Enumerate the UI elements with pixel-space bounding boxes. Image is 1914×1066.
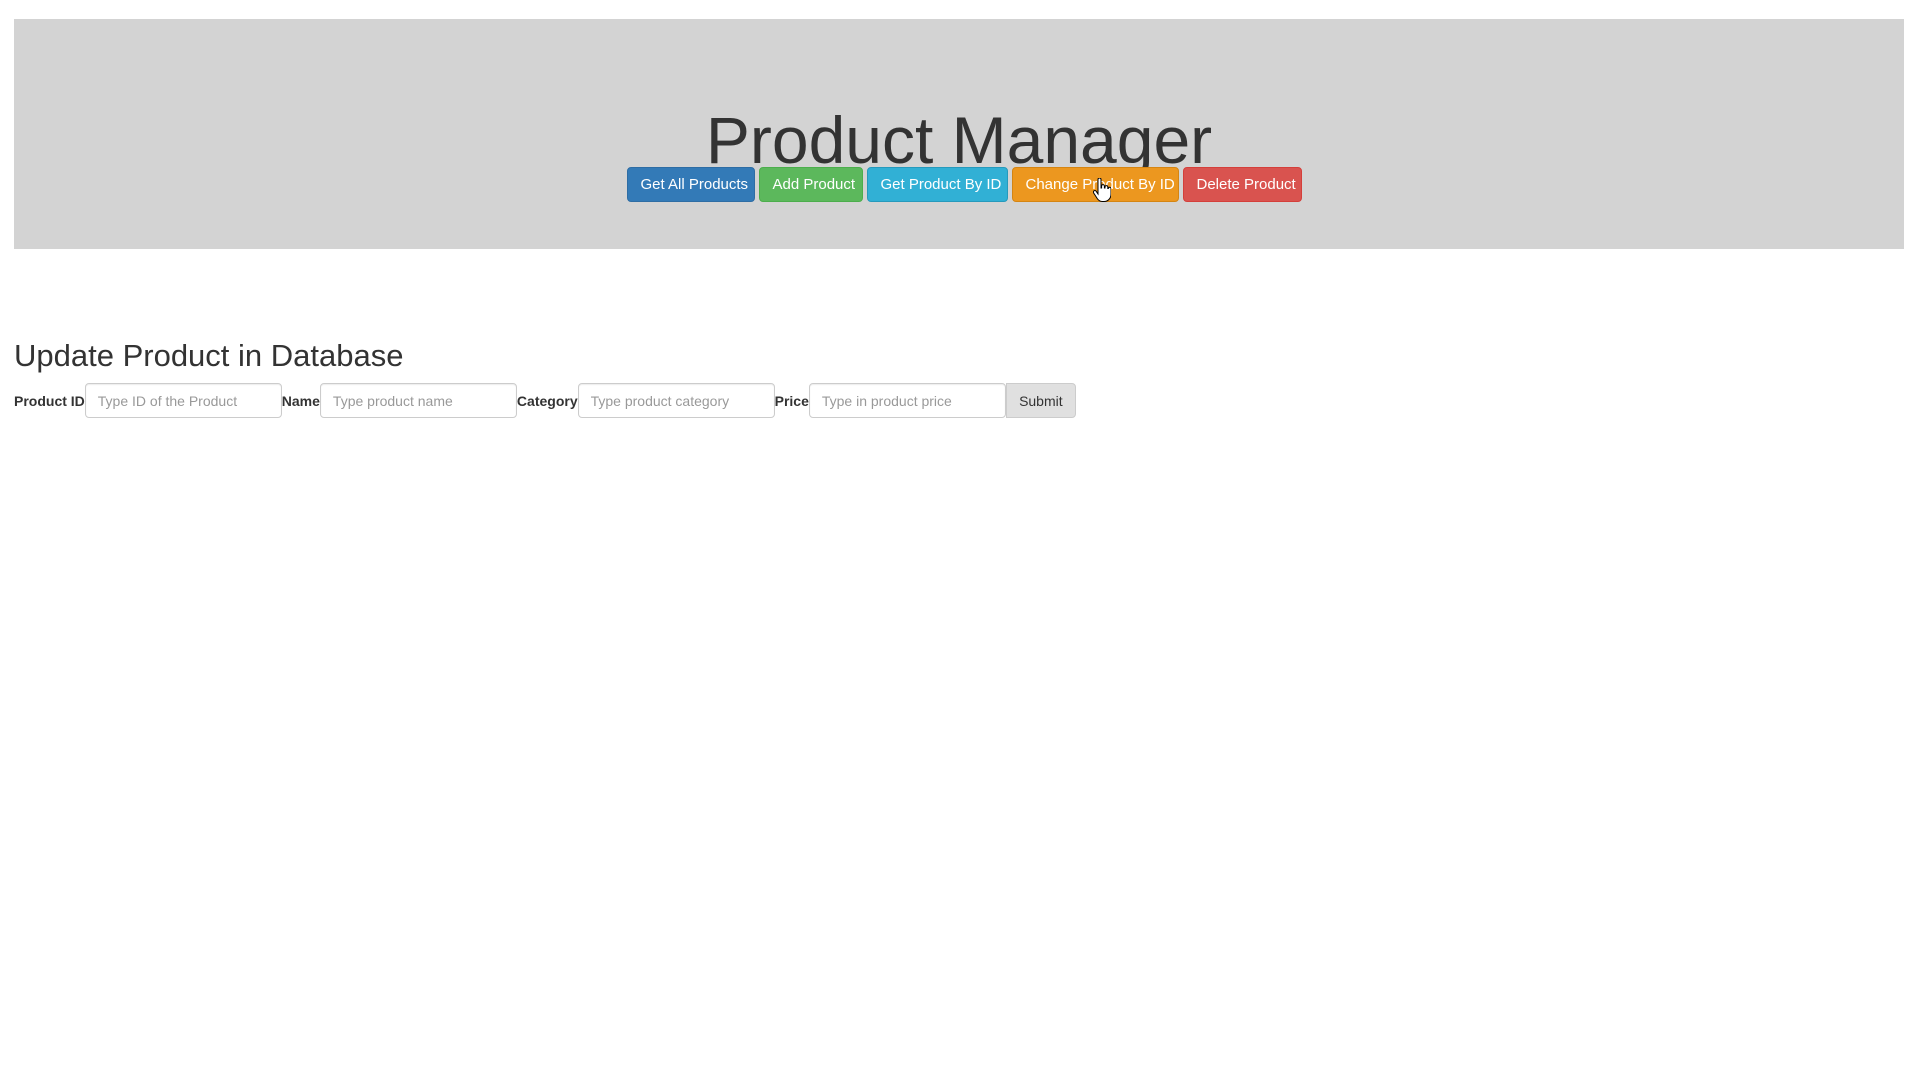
get-product-by-id-button[interactable]: Get Product By ID bbox=[866, 167, 1008, 202]
product-id-label: Product ID bbox=[14, 392, 85, 409]
product-id-input[interactable] bbox=[84, 383, 282, 418]
delete-product-button[interactable]: Delete Product bbox=[1182, 167, 1302, 202]
price-input[interactable] bbox=[808, 383, 1006, 418]
name-input[interactable] bbox=[319, 383, 517, 418]
add-product-button[interactable]: Add Product bbox=[758, 167, 863, 202]
get-all-products-button[interactable]: Get All Products bbox=[626, 167, 755, 202]
submit-button[interactable]: Submit bbox=[1005, 383, 1076, 418]
action-button-row: Get All Products Add Product Get Product… bbox=[14, 167, 1904, 202]
name-label: Name bbox=[281, 392, 320, 409]
update-form-title: Update Product in Database bbox=[14, 338, 404, 373]
update-product-form: Product ID Name Category Price Submit bbox=[14, 383, 1076, 418]
category-label: Category bbox=[516, 392, 578, 409]
header-jumbotron: Product Manager Get All Products Add Pro… bbox=[14, 19, 1904, 249]
price-label: Price bbox=[774, 392, 809, 409]
change-product-by-id-button[interactable]: Change Product By ID bbox=[1011, 167, 1179, 202]
page: Product Manager Get All Products Add Pro… bbox=[0, 0, 1914, 1066]
category-input[interactable] bbox=[577, 383, 775, 418]
